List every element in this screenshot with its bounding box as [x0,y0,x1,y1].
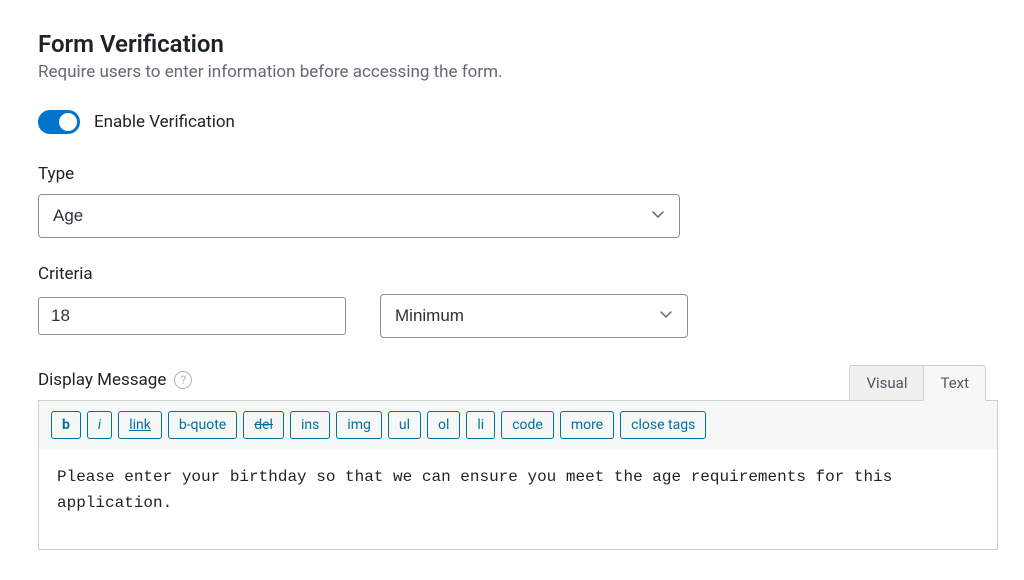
qt-bquote-button[interactable]: b-quote [168,411,237,439]
qt-code-button[interactable]: code [501,411,554,439]
type-label: Type [38,164,986,184]
qt-li-button[interactable]: li [466,411,495,439]
type-select[interactable] [38,194,680,238]
display-message-label-text: Display Message [38,370,166,390]
qt-italic-button[interactable]: i [87,411,112,439]
criteria-field: Criteria [38,264,986,338]
qt-link-button[interactable]: link [118,411,162,439]
help-icon[interactable]: ? [174,371,192,389]
qt-del-button[interactable]: del [243,411,284,439]
display-message-header: Display Message ? Visual Text [38,364,986,400]
editor-tabs: Visual Text [849,364,986,400]
display-message-label: Display Message ? [38,370,192,390]
enable-verification-row: Enable Verification [38,110,986,134]
editor-container: b i link b-quote del ins img ul ol li co… [38,400,998,550]
qt-img-button[interactable]: img [336,411,382,439]
qt-more-button[interactable]: more [560,411,614,439]
criteria-mode-select[interactable] [380,294,688,338]
criteria-label: Criteria [38,264,986,284]
quicktags-toolbar: b i link b-quote del ins img ul ol li co… [39,401,997,449]
qt-ul-button[interactable]: ul [388,411,421,439]
message-textarea[interactable] [39,449,997,549]
enable-verification-label: Enable Verification [94,112,235,132]
enable-verification-toggle[interactable] [38,110,80,134]
section-title: Form Verification [38,30,986,58]
qt-ins-button[interactable]: ins [290,411,330,439]
section-description: Require users to enter information befor… [38,62,986,82]
qt-close-tags-button[interactable]: close tags [620,411,706,439]
tab-text[interactable]: Text [923,365,986,401]
type-field: Type [38,164,986,238]
criteria-value-input[interactable] [38,297,346,335]
qt-bold-button[interactable]: b [51,411,81,439]
tab-visual[interactable]: Visual [849,365,923,401]
qt-ol-button[interactable]: ol [427,411,460,439]
